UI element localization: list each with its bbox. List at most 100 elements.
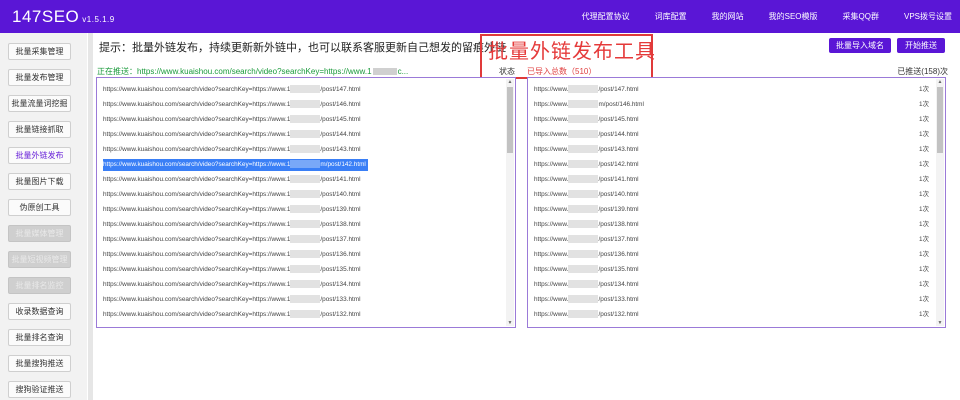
import-domains-button[interactable]: 批量导入域名 bbox=[829, 38, 891, 53]
push-count: 1次 bbox=[919, 221, 929, 228]
nav-seo-templates[interactable]: 我的SEO模版 bbox=[769, 11, 818, 22]
sidebar-item-0[interactable]: 批量采集管理 bbox=[8, 43, 71, 60]
sidebar-item-6[interactable]: 伪原创工具 bbox=[8, 199, 71, 216]
scroll-down-icon[interactable]: ▼ bbox=[507, 320, 513, 326]
nav-my-sites[interactable]: 我的网站 bbox=[712, 11, 744, 22]
nav-proxy-config[interactable]: 代理配置协议 bbox=[582, 11, 630, 22]
url-prefix: https://www. bbox=[534, 266, 569, 273]
list-item[interactable]: https://www.kuaishou.com/search/video?se… bbox=[103, 294, 361, 306]
scroll-up-icon[interactable]: ▲ bbox=[507, 79, 513, 85]
url-path: /post/137.html bbox=[320, 236, 361, 243]
list-item[interactable]: https://www. /post/147.html bbox=[534, 84, 639, 96]
nav-lexicon-config[interactable]: 词库配置 bbox=[655, 11, 687, 22]
status-label: 状态 bbox=[499, 67, 515, 76]
sidebar-item-2[interactable]: 批量流量词挖掘 bbox=[8, 95, 71, 112]
scroll-thumb[interactable] bbox=[507, 87, 513, 153]
push-count: 1次 bbox=[919, 146, 929, 153]
list-item[interactable]: https://www.kuaishou.com/search/video?se… bbox=[103, 129, 361, 141]
sidebar-item-4[interactable]: 批量外链发布 bbox=[8, 147, 71, 164]
url-path: /post/134.html bbox=[598, 281, 639, 288]
scroll-up-icon[interactable]: ▲ bbox=[937, 79, 943, 85]
blurred-segment bbox=[290, 190, 321, 199]
list-item[interactable]: https://www.kuaishou.com/search/video?se… bbox=[103, 264, 361, 276]
sidebar-item-5[interactable]: 批量图片下载 bbox=[8, 173, 71, 190]
list-item[interactable]: https://www. /post/143.html bbox=[534, 144, 639, 156]
url-path: /post/147.html bbox=[598, 86, 639, 93]
blurred-segment bbox=[290, 130, 321, 139]
list-item[interactable]: https://www. /post/144.html bbox=[534, 129, 639, 141]
sidebar-item-13[interactable]: 搜狗验证推送 bbox=[8, 381, 71, 398]
blurred-segment bbox=[568, 160, 599, 169]
sidebar-item-12[interactable]: 批量搜狗推送 bbox=[8, 355, 71, 372]
list-item[interactable]: https://www. /post/136.html bbox=[534, 249, 639, 261]
url-prefix: https://www.kuaishou.com/search/video?se… bbox=[103, 191, 291, 198]
list-item[interactable]: https://www. /post/139.html bbox=[534, 204, 639, 216]
list-item[interactable]: https://www.kuaishou.com/search/video?se… bbox=[103, 234, 361, 246]
list-item[interactable]: https://www.kuaishou.com/search/video?se… bbox=[103, 174, 361, 186]
url-prefix: https://www.kuaishou.com/search/video?se… bbox=[103, 131, 291, 138]
list-item[interactable]: https://www.kuaishou.com/search/video?se… bbox=[103, 279, 361, 291]
list-item[interactable]: https://www. /post/138.html bbox=[534, 219, 639, 231]
url-prefix: https://www. bbox=[534, 311, 569, 318]
list-item[interactable]: https://www. /post/135.html bbox=[534, 264, 639, 276]
push-count: 1次 bbox=[919, 296, 929, 303]
blurred-segment bbox=[568, 235, 599, 244]
list-item[interactable]: https://www.kuaishou.com/search/video?se… bbox=[103, 114, 361, 126]
sidebar-item-3[interactable]: 批量链接抓取 bbox=[8, 121, 71, 138]
blurred-segment bbox=[290, 115, 321, 124]
url-prefix: https://www.kuaishou.com/search/video?se… bbox=[103, 281, 291, 288]
list-item[interactable]: https://www. /post/132.html bbox=[534, 309, 639, 321]
list-item[interactable]: https://www. /post/140.html bbox=[534, 189, 639, 201]
list-item[interactable]: https://www. /post/142.html bbox=[534, 159, 639, 171]
list-item[interactable]: https://www.kuaishou.com/search/video?se… bbox=[103, 99, 361, 111]
url-path: /post/142.html bbox=[598, 161, 639, 168]
list-item[interactable]: https://www.kuaishou.com/search/video?se… bbox=[103, 144, 361, 156]
scroll-down-icon[interactable]: ▼ bbox=[937, 320, 943, 326]
blurred-segment bbox=[568, 205, 599, 214]
url-path: /post/133.html bbox=[320, 296, 361, 303]
push-count: 1次 bbox=[919, 86, 929, 93]
list-item[interactable]: https://www. /post/137.html bbox=[534, 234, 639, 246]
nav-vps-dialup[interactable]: VPS拨号设置 bbox=[904, 11, 952, 22]
url-path: /post/138.html bbox=[320, 221, 361, 228]
list-item[interactable]: https://www.kuaishou.com/search/video?se… bbox=[103, 249, 361, 261]
blurred-segment bbox=[568, 220, 599, 229]
list-item[interactable]: https://www.kuaishou.com/search/video?se… bbox=[103, 204, 361, 216]
right-list-scrollbar[interactable]: ▲ ▼ bbox=[936, 79, 944, 326]
list-item[interactable]: https://www.kuaishou.com/search/video?se… bbox=[103, 84, 361, 96]
list-item[interactable]: https://www. m/post/146.html bbox=[534, 99, 644, 111]
list-item[interactable]: https://www.kuaishou.com/search/video?se… bbox=[103, 309, 361, 321]
url-path: /post/147.html bbox=[320, 86, 361, 93]
url-path: /post/143.html bbox=[598, 146, 639, 153]
url-path: /post/136.html bbox=[320, 251, 361, 258]
push-count: 1次 bbox=[919, 116, 929, 123]
app-name: 147SEO bbox=[12, 6, 80, 26]
blurred-segment bbox=[290, 205, 321, 214]
sidebar-item-11[interactable]: 批量排名查询 bbox=[8, 329, 71, 346]
list-item[interactable]: https://www.kuaishou.com/search/video?se… bbox=[103, 189, 361, 201]
push-count: 1次 bbox=[919, 266, 929, 273]
list-item[interactable]: https://www. /post/134.html bbox=[534, 279, 639, 291]
url-prefix: https://www. bbox=[534, 281, 569, 288]
sidebar-item-10[interactable]: 收录数据查询 bbox=[8, 303, 71, 320]
sidebar-scrollbar[interactable] bbox=[88, 33, 93, 400]
pushing-status: 正在推送：https://www.kuaishou.com/search/vid… bbox=[97, 66, 408, 77]
start-push-button[interactable]: 开始推送 bbox=[897, 38, 945, 53]
list-item[interactable]: https://www. /post/145.html bbox=[534, 114, 639, 126]
list-item[interactable]: https://www. /post/133.html bbox=[534, 294, 639, 306]
url-path: /post/141.html bbox=[598, 176, 639, 183]
push-result-panel[interactable]: ▲ ▼ https://www. /post/147.html 1次 https://… bbox=[527, 77, 946, 328]
domain-list-panel[interactable]: ▲ ▼ https://www.kuaishou.com/search/vide… bbox=[96, 77, 516, 328]
url-prefix: https://www. bbox=[534, 191, 569, 198]
left-list-scrollbar[interactable]: ▲ ▼ bbox=[506, 79, 514, 326]
list-item[interactable]: https://www.kuaishou.com/search/video?se… bbox=[103, 219, 361, 231]
pushing-url: https://www.kuaishou.com/search/video?se… bbox=[137, 67, 372, 76]
blurred-segment bbox=[290, 175, 321, 184]
list-item[interactable]: https://www. /post/141.html bbox=[534, 174, 639, 186]
sidebar-item-1[interactable]: 批量发布管理 bbox=[8, 69, 71, 86]
nav-qq-groups[interactable]: 采集QQ群 bbox=[843, 11, 879, 22]
list-item[interactable]: https://www.kuaishou.com/search/video?se… bbox=[103, 159, 368, 171]
push-count: 1次 bbox=[919, 206, 929, 213]
scroll-thumb[interactable] bbox=[937, 87, 943, 153]
url-prefix: https://www.kuaishou.com/search/video?se… bbox=[103, 296, 291, 303]
